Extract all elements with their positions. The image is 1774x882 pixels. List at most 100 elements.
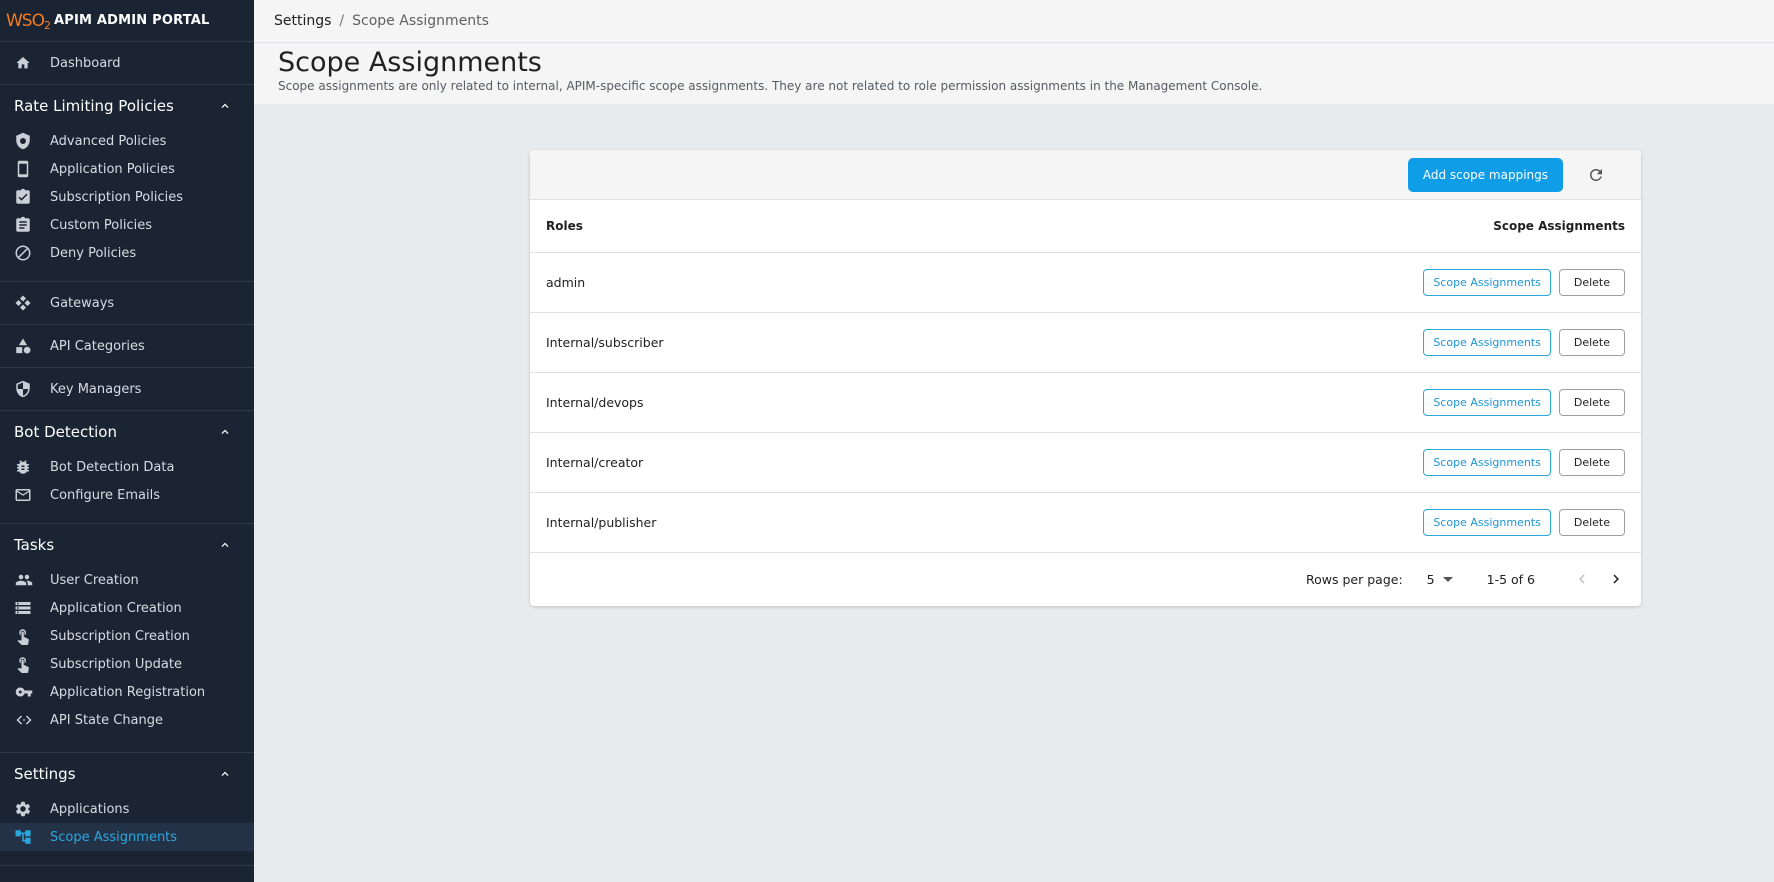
- sidebar: WSO 2 APIM ADMIN PORTAL Dashboard Rate Li…: [0, 0, 254, 882]
- sidebar-item-application-policies[interactable]: Application Policies: [0, 155, 254, 183]
- sidebar-item-api-categories[interactable]: API Categories: [0, 325, 254, 367]
- role-name: Internal/subscriber: [546, 335, 664, 350]
- scope-assignments-button[interactable]: Scope Assignments: [1423, 449, 1551, 476]
- chevron-left-icon[interactable]: [1571, 568, 1593, 590]
- dropdown-caret-icon: [1442, 576, 1453, 582]
- sidebar-item-gateways[interactable]: Gateways: [0, 282, 254, 324]
- breadcrumb-current: Scope Assignments: [352, 13, 489, 29]
- column-header-scope-assignments: Scope Assignments: [1493, 219, 1625, 233]
- sidebar-item-subscription-creation[interactable]: Subscription Creation: [0, 622, 254, 650]
- key-icon: [14, 683, 36, 701]
- pagination-range: 1-5 of 6: [1486, 571, 1535, 587]
- scope-assignments-card: Add scope mappings Roles Scope Assignmen…: [530, 150, 1641, 606]
- sidebar-item-api-state-change[interactable]: API State Change: [0, 706, 254, 734]
- delete-button[interactable]: Delete: [1558, 329, 1625, 356]
- logo-text: WSO: [6, 10, 45, 31]
- row-actions: Scope Assignments Delete: [1423, 449, 1625, 476]
- page-header: Scope Assignments Scope assignments are …: [254, 43, 1774, 104]
- scope-assignments-button[interactable]: Scope Assignments: [1423, 389, 1551, 416]
- gear-icon: [14, 800, 36, 818]
- table-row: Internal/creator Scope Assignments Delet…: [530, 433, 1641, 493]
- touch-icon: [14, 655, 36, 673]
- sidebar-item-user-creation[interactable]: User Creation: [0, 566, 254, 594]
- sidebar-item-bot-detection-data[interactable]: Bot Detection Data: [0, 453, 254, 481]
- app-policy-icon: [14, 160, 36, 178]
- clipboard-list-icon: [14, 216, 36, 234]
- column-header-roles: Roles: [546, 219, 583, 233]
- sidebar-item-applications[interactable]: Applications: [0, 795, 254, 823]
- rows-per-page-label: Rows per page:: [1306, 571, 1403, 587]
- sidebar-item-label: Deny Policies: [50, 245, 137, 261]
- page-title: Scope Assignments: [278, 47, 542, 78]
- group-settings[interactable]: Settings: [0, 753, 254, 795]
- group-title: Settings: [14, 765, 76, 783]
- rows-per-page-value: 5: [1426, 571, 1435, 587]
- breadcrumb-parent[interactable]: Settings: [274, 13, 331, 29]
- sidebar-item-subscription-update[interactable]: Subscription Update: [0, 650, 254, 678]
- divider: [0, 865, 254, 866]
- breadcrumb: Settings / Scope Assignments: [254, 0, 1774, 43]
- role-name: admin: [546, 275, 586, 290]
- group-tasks[interactable]: Tasks: [0, 524, 254, 566]
- chevron-up-icon: [221, 771, 229, 776]
- sidebar-item-application-creation[interactable]: Application Creation: [0, 594, 254, 622]
- scope-assignments-button[interactable]: Scope Assignments: [1423, 329, 1551, 356]
- add-scope-mappings-button[interactable]: Add scope mappings: [1407, 157, 1563, 192]
- role-name: Internal/creator: [546, 455, 644, 470]
- sidebar-item-application-registration[interactable]: Application Registration: [0, 678, 254, 706]
- sidebar-item-label: Application Policies: [50, 161, 175, 177]
- sidebar-item-label: Key Managers: [50, 381, 142, 397]
- storage-icon: [14, 599, 36, 617]
- brand-header[interactable]: WSO 2 APIM ADMIN PORTAL: [0, 0, 254, 42]
- card-toolbar: Add scope mappings: [530, 150, 1641, 200]
- gateway-icon: [14, 294, 36, 312]
- role-name: Internal/publisher: [546, 515, 657, 530]
- scope-assignments-button[interactable]: Scope Assignments: [1423, 269, 1551, 296]
- page-description: Scope assignments are only related to in…: [278, 79, 1263, 93]
- home-icon: [14, 54, 36, 72]
- sidebar-item-subscription-policies[interactable]: Subscription Policies: [0, 183, 254, 211]
- scope-assignments-button[interactable]: Scope Assignments: [1423, 509, 1551, 536]
- sidebar-item-label: Subscription Policies: [50, 189, 183, 205]
- group-title: Bot Detection: [14, 423, 117, 441]
- sidebar-item-scope-assignments[interactable]: Scope Assignments: [0, 823, 254, 851]
- group-title: Rate Limiting Policies: [14, 97, 174, 115]
- portal-title: APIM ADMIN PORTAL: [53, 13, 210, 28]
- sidebar-item-label: User Creation: [50, 572, 139, 588]
- rows-per-page-select[interactable]: 5: [1427, 572, 1453, 587]
- sidebar-item-label: API State Change: [50, 712, 164, 728]
- breadcrumb-separator: /: [339, 13, 345, 29]
- touch-icon: [14, 627, 36, 645]
- account-tree-icon: [14, 828, 36, 846]
- delete-button[interactable]: Delete: [1558, 509, 1625, 536]
- delete-button[interactable]: Delete: [1558, 389, 1625, 416]
- sidebar-item-label: API Categories: [50, 338, 145, 354]
- row-actions: Scope Assignments Delete: [1423, 329, 1625, 356]
- sidebar-item-configure-emails[interactable]: Configure Emails: [0, 481, 254, 509]
- group-rate-limiting[interactable]: Rate Limiting Policies: [0, 85, 254, 127]
- sidebar-item-advanced-policies[interactable]: Advanced Policies: [0, 127, 254, 155]
- sidebar-item-deny-policies[interactable]: Deny Policies: [0, 239, 254, 267]
- chevron-right-icon[interactable]: [1605, 568, 1627, 590]
- group-title: Tasks: [14, 536, 55, 554]
- sidebar-item-label: Subscription Creation: [50, 628, 190, 644]
- group-bot-detection[interactable]: Bot Detection: [0, 411, 254, 453]
- delete-button[interactable]: Delete: [1558, 269, 1625, 296]
- key-shield-icon: [14, 380, 36, 398]
- table-header: Roles Scope Assignments: [530, 200, 1641, 253]
- chevron-up-icon: [221, 542, 229, 547]
- sidebar-item-custom-policies[interactable]: Custom Policies: [0, 211, 254, 239]
- sidebar-item-label: Scope Assignments: [50, 829, 178, 845]
- sidebar-item-label: Dashboard: [50, 55, 121, 71]
- sidebar-item-key-managers[interactable]: Key Managers: [0, 368, 254, 410]
- sidebar-item-label: Configure Emails: [50, 487, 160, 503]
- refresh-icon[interactable]: [1585, 164, 1607, 186]
- block-icon: [14, 244, 36, 262]
- delete-button[interactable]: Delete: [1558, 449, 1625, 476]
- sidebar-item-dashboard[interactable]: Dashboard: [0, 42, 254, 84]
- mail-icon: [14, 486, 36, 504]
- sidebar-item-label: Bot Detection Data: [50, 459, 175, 475]
- table-row: Internal/devops Scope Assignments Delete: [530, 373, 1641, 433]
